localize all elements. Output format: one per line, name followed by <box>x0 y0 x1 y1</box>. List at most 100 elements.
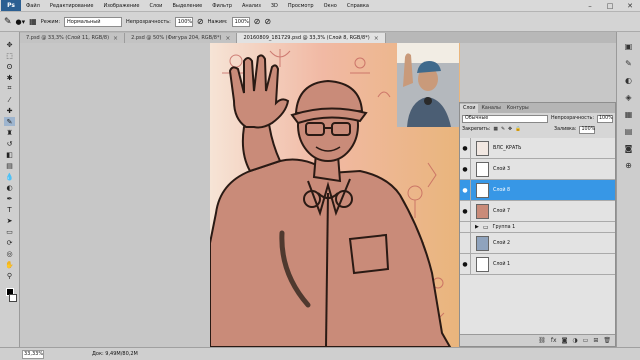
doc-tab-active[interactable]: 20160809_181729.psd @ 33,3% (Слой 8, RGB… <box>237 33 386 43</box>
visibility-eye-icon[interactable]: ● <box>460 138 471 158</box>
3d-orbit-tool-icon[interactable]: ◎ <box>4 249 15 258</box>
brush-preset-picker[interactable]: ●▾ <box>16 18 26 26</box>
visibility-eye-icon[interactable] <box>460 233 471 253</box>
flow-field[interactable]: 100% <box>231 16 250 27</box>
layer-style-icon[interactable]: fx <box>551 337 557 344</box>
doc-tab-label: 7.psd @ 33,3% (Слой 11, RGB/8) <box>26 35 110 41</box>
opacity-field[interactable]: 100% <box>174 16 193 27</box>
delete-layer-icon[interactable]: 🗑 <box>603 337 611 344</box>
blur-tool-icon[interactable]: 💧 <box>4 172 15 181</box>
layer-opacity-field[interactable]: 100% <box>597 114 613 123</box>
lasso-tool-icon[interactable]: ʘ <box>4 62 15 71</box>
adjustments-icon[interactable]: ◐ <box>625 76 632 85</box>
maximize-icon[interactable]: □ <box>600 0 620 12</box>
lock-paint-icon[interactable]: ✎ <box>501 127 505 132</box>
lock-move-icon[interactable]: ✥ <box>508 127 512 132</box>
link-layers-icon[interactable]: ⛓ <box>538 337 546 344</box>
tab-layers[interactable]: Слои <box>460 104 479 113</box>
lock-label: Закрепить: <box>462 127 491 132</box>
lock-pixels-icon[interactable]: ▦ <box>493 127 498 132</box>
adjustment-layer-icon[interactable]: ◑ <box>572 337 577 344</box>
path-select-tool-icon[interactable]: ➤ <box>4 216 15 225</box>
masks-icon[interactable]: ◙ <box>625 144 633 153</box>
layer-row[interactable]: ● ВЛС_КРАТЬ <box>460 138 615 159</box>
lock-all-icon[interactable]: 🔒 <box>515 127 521 132</box>
gradient-tool-icon[interactable]: ▤ <box>4 161 15 170</box>
new-layer-icon[interactable]: ⊞ <box>593 337 598 344</box>
minimize-icon[interactable]: – <box>580 0 600 12</box>
history-icon[interactable]: ▣ <box>625 42 633 51</box>
eyedropper-tool-icon[interactable]: ⁄ <box>4 95 15 104</box>
opacity-label: Непрозрачность: <box>126 18 171 25</box>
move-tool-icon[interactable]: ✥ <box>4 40 15 49</box>
swatches-icon[interactable]: ▤ <box>625 127 633 136</box>
layer-row[interactable]: Слой 2 <box>460 233 615 254</box>
visibility-eye-icon[interactable]: ● <box>460 159 471 179</box>
menu-3d[interactable]: 3D <box>266 3 283 9</box>
brush-tool-icon[interactable]: ✎ <box>4 17 12 27</box>
layer-group-row[interactable]: ▶ ▭ Группа 1 <box>460 222 615 233</box>
zoom-field[interactable]: 33,33% <box>22 349 44 359</box>
expand-arrow-icon[interactable]: ▶ <box>475 224 479 230</box>
layer-row[interactable]: ● Слой 1 <box>460 254 615 275</box>
pressure-opacity-icon[interactable]: ⊘ <box>197 17 204 26</box>
menu-layers[interactable]: Слои <box>144 3 167 9</box>
mode-select[interactable]: Нормальный <box>64 16 123 27</box>
airbrush-icon[interactable]: ⊘ <box>254 17 261 26</box>
blend-mode-select[interactable]: Обычные <box>462 114 548 123</box>
pressure-size-icon[interactable]: ⊘ <box>264 17 271 26</box>
healing-tool-icon[interactable]: ✚ <box>4 106 15 115</box>
layer-thumbnail <box>476 140 489 156</box>
new-group-icon[interactable]: ▭ <box>583 337 589 344</box>
3d-rotate-tool-icon[interactable]: ⟳ <box>4 238 15 247</box>
close-tab-icon[interactable]: × <box>374 35 379 42</box>
menu-window[interactable]: Окно <box>319 3 342 9</box>
dodge-tool-icon[interactable]: ◐ <box>4 183 15 192</box>
zoom-tool-icon[interactable]: ⚲ <box>4 271 15 280</box>
menu-view[interactable]: Просмотр <box>283 3 319 9</box>
fill-field[interactable]: 100% <box>579 125 596 134</box>
type-tool-icon[interactable]: T <box>4 205 15 214</box>
shape-tool-icon[interactable]: ▭ <box>4 227 15 236</box>
doc-tab[interactable]: 2.psd @ 50% (Фигура 204, RGB/8*) × <box>125 33 238 43</box>
visibility-eye-icon[interactable]: ● <box>460 201 471 221</box>
layer-thumbnail <box>476 203 489 219</box>
navigator-icon[interactable]: ⊕ <box>625 161 632 170</box>
menu-image[interactable]: Изображение <box>98 3 144 9</box>
eraser-tool-icon[interactable]: ◧ <box>4 150 15 159</box>
color-icon[interactable]: ▦ <box>625 110 633 119</box>
add-mask-icon[interactable]: ◙ <box>562 337 568 344</box>
close-tab-icon[interactable]: × <box>225 35 230 42</box>
menu-help[interactable]: Справка <box>342 3 374 9</box>
menu-file[interactable]: Файл <box>21 3 45 9</box>
stamp-tool-icon[interactable]: ♜ <box>4 128 15 137</box>
layer-row[interactable]: ● Слой 3 <box>460 159 615 180</box>
background-color-swatch[interactable] <box>8 294 17 302</box>
menu-select[interactable]: Выделение <box>167 3 207 9</box>
brush-tool-icon[interactable]: ✎ <box>4 117 15 126</box>
menu-edit[interactable]: Редактирование <box>45 3 99 9</box>
layer-row[interactable]: ● Слой 7 <box>460 201 615 222</box>
pen-tool-icon[interactable]: ✒ <box>4 194 15 203</box>
history-brush-icon[interactable]: ↺ <box>4 139 15 148</box>
close-icon[interactable]: ✕ <box>620 0 640 12</box>
layer-name: ВЛС_КРАТЬ <box>493 145 522 151</box>
menu-filter[interactable]: Фильтр <box>207 3 237 9</box>
visibility-eye-icon[interactable]: ● <box>460 180 471 200</box>
quick-select-tool-icon[interactable]: ✱ <box>4 73 15 82</box>
layer-row-selected[interactable]: ● Слой 8 <box>460 180 615 201</box>
hand-tool-icon[interactable]: ✋ <box>4 260 15 269</box>
crop-tool-icon[interactable]: ⌗ <box>4 84 15 93</box>
layers-panel-footer: ⛓ fx ◙ ◑ ▭ ⊞ 🗑 <box>460 334 615 346</box>
visibility-eye-icon[interactable] <box>460 222 471 232</box>
marquee-tool-icon[interactable]: ⬚ <box>4 51 15 60</box>
tab-channels[interactable]: Каналы <box>478 104 503 113</box>
brush-panel-icon[interactable]: ▦ <box>29 17 37 26</box>
doc-tab[interactable]: 7.psd @ 33,3% (Слой 11, RGB/8) × <box>20 33 126 43</box>
close-tab-icon[interactable]: × <box>113 35 118 42</box>
brush-presets-icon[interactable]: ✎ <box>625 59 632 68</box>
visibility-eye-icon[interactable]: ● <box>460 254 471 274</box>
styles-icon[interactable]: ◈ <box>625 93 631 102</box>
menu-analysis[interactable]: Анализ <box>237 3 266 9</box>
tab-paths[interactable]: Контуры <box>504 104 532 113</box>
